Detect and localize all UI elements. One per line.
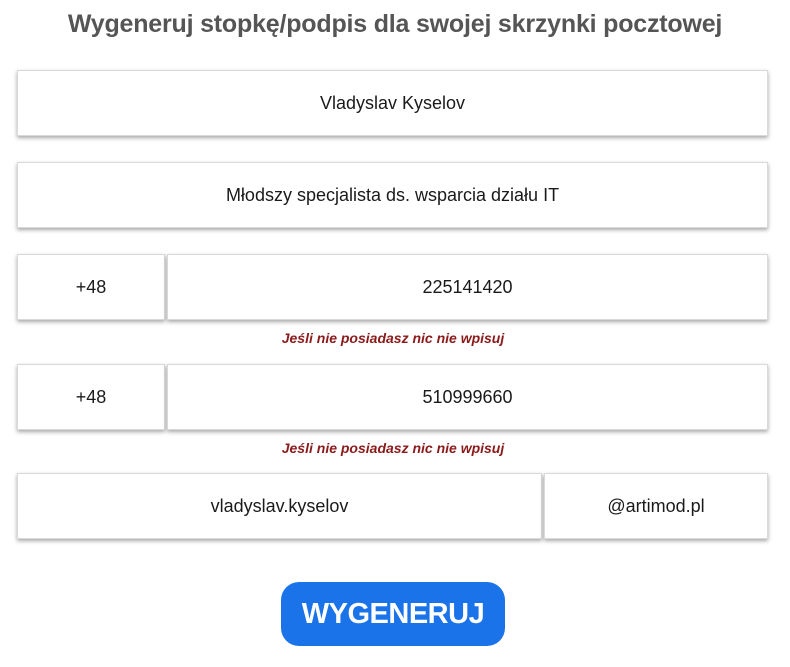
name-input[interactable]: Vladyslav Kyselov [17,70,768,136]
phone2-number-input[interactable]: 510999660 [167,364,768,430]
page-title: Wygeneruj stopkę/podpis dla swojej skrzy… [67,10,723,38]
position-input[interactable]: Młodszy specjalista ds. wsparcia działu … [17,162,768,228]
email-local-input[interactable]: vladyslav.kyselov [17,473,542,539]
generate-button[interactable]: WYGENERUJ [281,582,505,646]
email-domain-select[interactable]: @artimod.pl [544,473,768,539]
phone2-hint: Jeśli nie posiadasz nic nie wpisuj [281,440,505,456]
phone1-hint: Jeśli nie posiadasz nic nie wpisuj [281,330,505,346]
phone2-prefix-input[interactable]: +48 [17,364,165,430]
phone1-prefix-input[interactable]: +48 [17,254,165,320]
phone1-number-input[interactable]: 225141420 [167,254,768,320]
